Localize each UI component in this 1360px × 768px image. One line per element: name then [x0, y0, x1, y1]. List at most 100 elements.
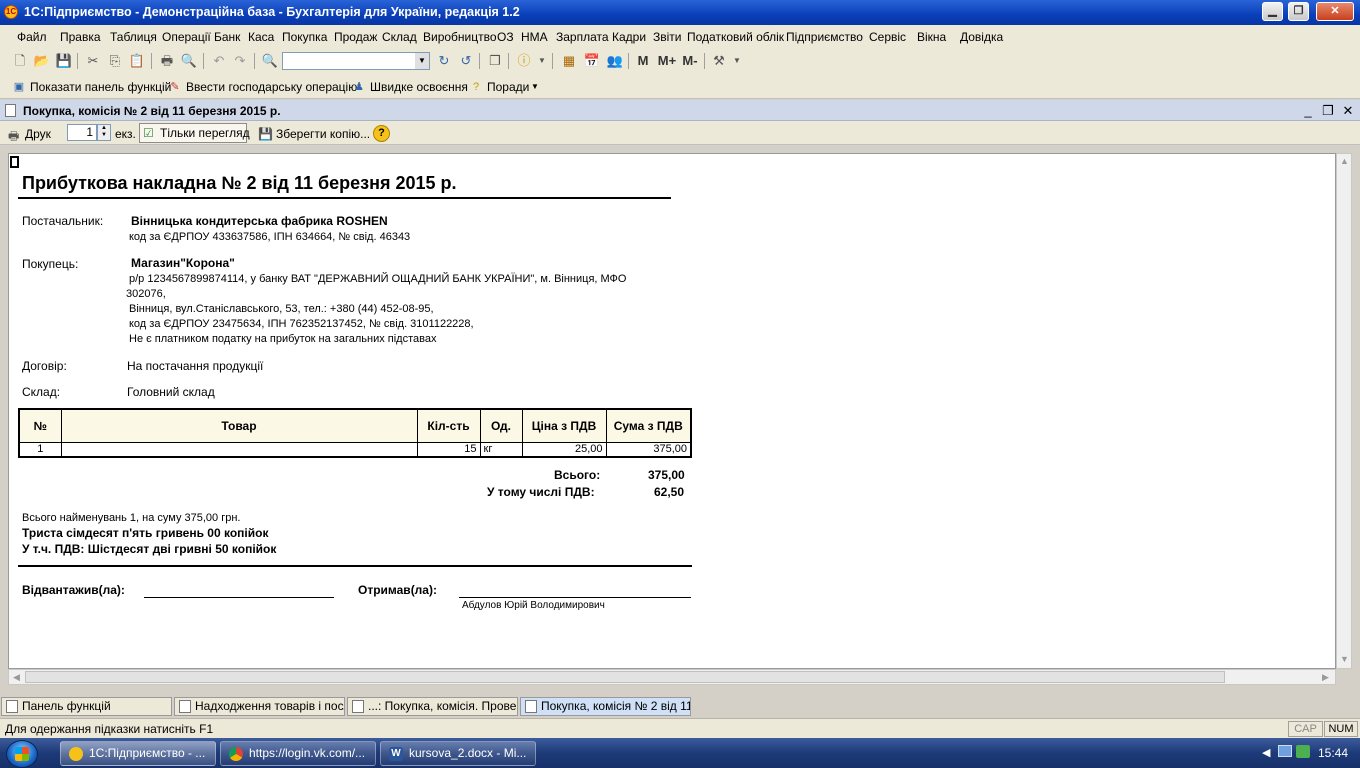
search-icon[interactable]: 🔍	[261, 52, 279, 70]
shipped-signature-line	[144, 597, 334, 598]
network-icon[interactable]	[1278, 745, 1292, 757]
print-icon[interactable]: 🖶	[158, 52, 176, 70]
tab-label: Надходження товарів і посл...	[195, 699, 345, 713]
open-folder-icon[interactable]: 📂	[33, 52, 51, 70]
battery-icon[interactable]	[1296, 745, 1310, 758]
vat-label: У тому числі ПДВ:	[487, 485, 595, 499]
find-next-icon[interactable]: ↻	[435, 52, 453, 70]
cut-icon[interactable]: ✂	[84, 52, 102, 70]
print-button[interactable]: Друк	[25, 127, 51, 141]
menu-reports[interactable]: Звіти	[653, 30, 682, 44]
copy-icon[interactable]: ⎘	[106, 52, 124, 70]
scroll-thumb[interactable]	[25, 671, 1225, 683]
vertical-scrollbar[interactable]: ▲ ▼	[1336, 153, 1352, 669]
memory-plus-button[interactable]: M+	[656, 52, 678, 70]
tab-goods-receipt[interactable]: Надходження товарів і посл...	[174, 697, 345, 716]
undo-icon[interactable]: ↶	[210, 52, 228, 70]
taskbar-item-word[interactable]: W kursova_2.docx - Mi...	[380, 741, 536, 766]
total-value: 375,00	[648, 468, 685, 482]
scroll-right-icon[interactable]: ▶	[1322, 672, 1329, 683]
taskbar-item-chrome[interactable]: https://login.vk.com/...	[220, 741, 376, 766]
copies-stepper[interactable]: ▲ ▼	[97, 124, 111, 141]
doc-close-button[interactable]: ✕	[1340, 103, 1356, 119]
taskbar-item-1c[interactable]: 1С:Підприємство - ...	[60, 741, 216, 766]
table-header-row: № Товар Кіл-сть Од. Ціна з ПДВ Сума з ПД…	[18, 408, 692, 443]
enter-operation-button[interactable]: Ввести господарську операцію	[186, 80, 357, 94]
tab-purchase-posting[interactable]: ...: Покупка, комісія. Прове...	[347, 697, 518, 716]
menu-tax[interactable]: Податковий облік	[687, 30, 784, 44]
view-only-toggle[interactable]: ☑ Тільки перегляд	[139, 123, 250, 143]
dropdown-arrow-icon[interactable]: ▼	[533, 52, 551, 70]
contract-label: Договір:	[22, 359, 67, 373]
calculator-icon[interactable]: ▦	[560, 52, 578, 70]
menu-purchase[interactable]: Покупка	[282, 30, 327, 44]
menu-service[interactable]: Сервіс	[869, 30, 906, 44]
menu-production[interactable]: Виробництво	[423, 30, 497, 44]
menu-sales[interactable]: Продаж	[334, 30, 377, 44]
memory-button[interactable]: M	[634, 52, 652, 70]
menu-hr[interactable]: Кадри	[612, 30, 646, 44]
print-preview-icon[interactable]: 🔍	[180, 52, 198, 70]
users-icon[interactable]: 👥	[606, 52, 624, 70]
help-button[interactable]: ?	[373, 125, 390, 142]
col-sum: Сума з ПДВ	[605, 408, 692, 443]
menu-bank[interactable]: Банк	[214, 30, 240, 44]
cell-number: 1	[18, 441, 62, 458]
tips-icon: ?	[472, 81, 480, 93]
menu-file[interactable]: Файл	[17, 30, 47, 44]
close-button[interactable]: ✕	[1316, 2, 1354, 21]
scroll-up-icon[interactable]: ▲	[1340, 156, 1349, 166]
quick-learning-button[interactable]: Швидке освоєння	[370, 80, 468, 94]
menu-intangible[interactable]: НМА	[521, 30, 548, 44]
clock[interactable]: 15:44	[1318, 746, 1348, 760]
new-document-icon[interactable]: 🗋	[11, 52, 29, 70]
calendar-icon[interactable]: 📅	[583, 52, 601, 70]
minimize-button[interactable]: ▁	[1262, 2, 1283, 21]
menu-windows[interactable]: Вікна	[917, 30, 946, 44]
doc-restore-button[interactable]: ❐	[1320, 103, 1336, 119]
menu-operations[interactable]: Операції	[162, 30, 211, 44]
memory-minus-button[interactable]: M-	[680, 52, 700, 70]
scroll-down-icon[interactable]: ▼	[1340, 654, 1349, 664]
dropdown-arrow-icon[interactable]: ▼	[728, 52, 746, 70]
dropdown-arrow-icon[interactable]: ▼	[528, 80, 542, 94]
settings-icon[interactable]: ⚒	[710, 52, 728, 70]
show-panel-button[interactable]: Показати панель функцій	[30, 80, 171, 94]
scroll-left-icon[interactable]: ◀	[13, 672, 20, 683]
menu-enterprise[interactable]: Підприємство	[786, 30, 863, 44]
menu-help[interactable]: Довідка	[960, 30, 1003, 44]
document-icon	[179, 700, 191, 713]
redo-icon[interactable]: ↷	[231, 52, 249, 70]
start-button[interactable]	[6, 740, 38, 768]
menu-cash[interactable]: Каса	[248, 30, 274, 44]
window-copy-icon[interactable]: ❐	[486, 52, 504, 70]
menu-fixed-assets[interactable]: ОЗ	[497, 30, 514, 44]
1c-icon	[69, 747, 83, 761]
horizontal-scrollbar[interactable]: ◀ ▶	[8, 669, 1336, 685]
sum-in-words: Триста сімдесят п'ять гривень 00 копійок	[22, 526, 269, 540]
tab-label: ...: Покупка, комісія. Прове...	[368, 699, 518, 713]
received-name: Абдулов Юрій Володимирович	[462, 600, 605, 611]
panel-icon: ▣	[13, 81, 25, 93]
col-unit: Од.	[479, 408, 523, 443]
supplier-label: Постачальник:	[22, 214, 104, 228]
menu-table[interactable]: Таблиця	[110, 30, 157, 44]
copies-input[interactable]: 1	[67, 124, 97, 141]
paste-icon[interactable]: 📋	[128, 52, 146, 70]
info-icon[interactable]: ⓘ	[515, 52, 533, 70]
menu-salary[interactable]: Зарплата	[556, 30, 609, 44]
menu-edit[interactable]: Правка	[60, 30, 101, 44]
chevron-down-icon[interactable]: ▼	[415, 53, 429, 69]
save-icon[interactable]: 💾	[55, 52, 73, 70]
save-copy-button[interactable]: Зберегти копію...	[276, 127, 370, 141]
doc-minimize-button[interactable]: _	[1300, 103, 1316, 118]
tips-button[interactable]: Поради	[487, 80, 529, 94]
maximize-button[interactable]: ❐	[1288, 2, 1309, 21]
tab-purchase-commission[interactable]: Покупка, комісія № 2 від 11...	[520, 697, 691, 716]
tab-functions-panel[interactable]: Панель функцій	[1, 697, 172, 716]
menu-warehouse[interactable]: Склад	[382, 30, 417, 44]
windows-logo-icon	[15, 747, 29, 761]
find-prev-icon[interactable]: ↺	[457, 52, 475, 70]
search-input[interactable]: ▼	[282, 52, 430, 70]
tray-expand-icon[interactable]: ◀	[1262, 746, 1270, 759]
